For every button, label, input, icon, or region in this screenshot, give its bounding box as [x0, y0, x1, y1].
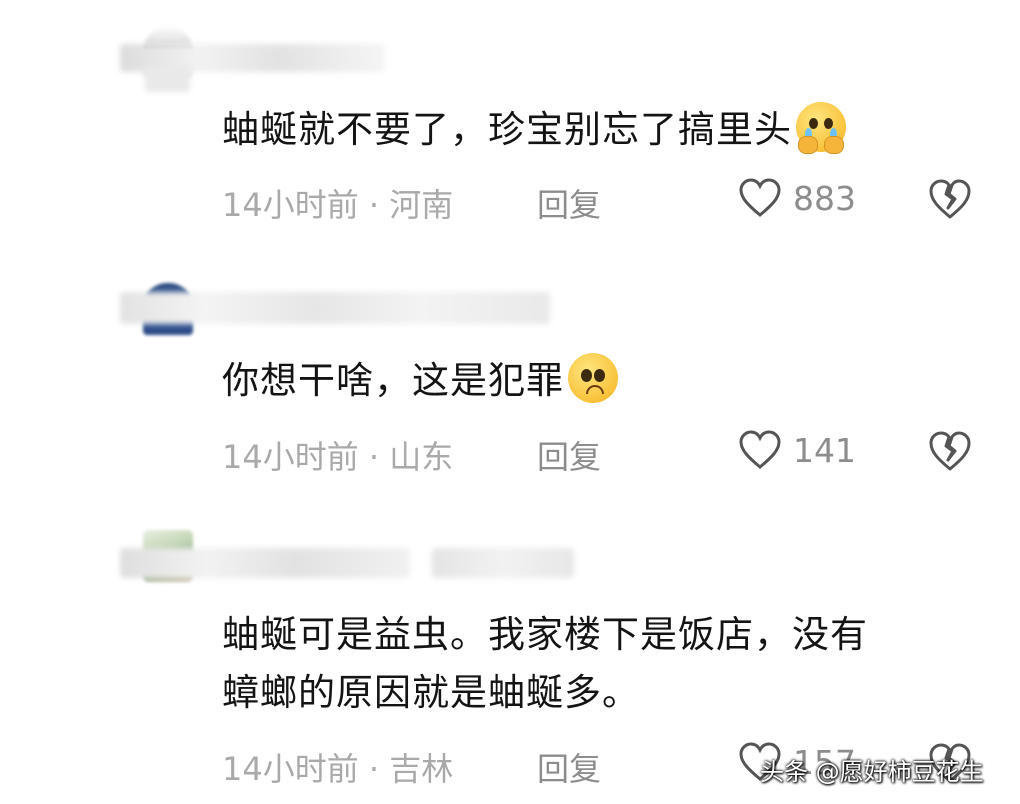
- comment-text: 你想干啥，这是犯罪: [222, 352, 618, 410]
- heart-icon[interactable]: [738, 177, 782, 219]
- heart-icon[interactable]: [738, 429, 782, 471]
- comment-meta: 14小时前 · 山东: [222, 438, 454, 476]
- reply-button[interactable]: 回复: [537, 432, 601, 478]
- username-blurred[interactable]: [120, 292, 550, 324]
- like-count: 141: [793, 431, 856, 470]
- broken-heart-icon[interactable]: [928, 177, 972, 221]
- broken-heart-icon[interactable]: [928, 429, 972, 473]
- reply-button[interactable]: 回复: [537, 744, 601, 790]
- comment-text-line: 蚰蜒可是益虫。我家楼下是饭店，没有: [222, 613, 868, 656]
- comment-text-content: 蚰蜒就不要了，珍宝别忘了搞里头: [222, 108, 792, 151]
- crying-pleading-emoji-icon: [796, 102, 846, 154]
- pleading-emoji-icon: [568, 353, 618, 403]
- like-count: 883: [793, 179, 856, 218]
- comment-meta: 14小时前 · 河南: [222, 186, 454, 224]
- reply-button[interactable]: 回复: [537, 180, 601, 226]
- comment-text-line: 蟑螂的原因就是蚰蜒多。: [222, 671, 640, 714]
- comment-text: 蚰蜒就不要了，珍宝别忘了搞里头: [222, 101, 846, 159]
- user-badge-blurred: [432, 548, 574, 578]
- username-blurred[interactable]: [120, 548, 410, 578]
- comment-meta: 14小时前 · 吉林: [222, 750, 454, 788]
- avatar-blur-block: [145, 66, 190, 92]
- watermark: 头条 @愿好柿豆花生: [760, 758, 984, 786]
- comment-text-content: 你想干啥，这是犯罪: [222, 359, 564, 402]
- comment-text: 蚰蜒可是益虫。我家楼下是饭店，没有 蟑螂的原因就是蚰蜒多。: [222, 606, 868, 722]
